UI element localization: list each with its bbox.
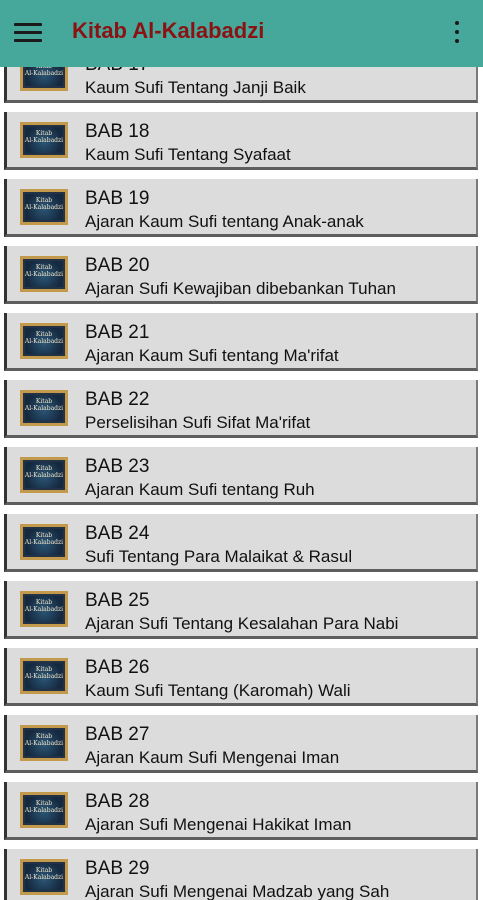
app-bar: Kitab Al-Kalabadzi — [0, 0, 483, 67]
chapter-number: BAB 26 — [85, 657, 150, 678]
chapter-number: BAB 18 — [85, 121, 150, 142]
book-cover-icon: KitabAl-Kalabadzi — [20, 792, 68, 828]
list-item[interactable]: Kitab Al-Kalabadzi BAB 20 Ajaran Sufi Kew… — [4, 246, 478, 304]
list-item[interactable]: Kitab Al-Kalabadzi BAB 27 Ajaran Kaum Suf… — [4, 715, 478, 773]
chapter-number: BAB 24 — [85, 523, 150, 544]
book-cover-icon: KitabAl-Kalabadzi — [20, 859, 68, 895]
cover-title: Kitab — [35, 532, 53, 539]
cover-title: Kitab — [35, 666, 53, 673]
book-cover-icon: KitabAl-Kalabadzi — [20, 524, 68, 560]
chapter-number: BAB 25 — [85, 590, 150, 611]
cover-title: Kitab — [35, 197, 53, 204]
cover-title: Kitab — [35, 599, 53, 606]
cover-title: Kitab — [35, 800, 53, 807]
chapter-title: Ajaran Sufi Kewajiban dibebankan Tuhan — [85, 279, 396, 298]
cover-subtitle: Al-Kalabadzi — [24, 338, 64, 345]
cover-subtitle: Al-Kalabadzi — [24, 70, 64, 77]
list-item[interactable]: Kitab Al-Kalabadzi BAB 28 Ajaran Sufi Men… — [4, 782, 478, 840]
cover-title: Kitab — [35, 264, 53, 271]
chapter-title: Kaum Sufi Tentang Janji Baik — [85, 78, 306, 97]
cover-subtitle: Al-Kalabadzi — [24, 472, 64, 479]
book-cover-icon: KitabAl-Kalabadzi — [20, 658, 68, 694]
cover-subtitle: Al-Kalabadzi — [24, 137, 64, 144]
menu-icon[interactable] — [14, 21, 44, 45]
chapter-number: BAB 27 — [85, 724, 150, 745]
list-item[interactable]: Kitab Al-Kalabadzi BAB 29 Ajaran Sufi Men… — [4, 849, 478, 900]
chapter-title: Ajaran Sufi Tentang Kesalahan Para Nabi — [85, 614, 399, 633]
cover-subtitle: Al-Kalabadzi — [24, 606, 64, 613]
book-cover-icon: KitabAl-Kalabadzi — [20, 457, 68, 493]
book-cover-icon: KitabAl-Kalabadzi — [20, 725, 68, 761]
cover-title: Kitab — [35, 398, 53, 405]
book-cover-icon: KitabAl-Kalabadzi — [20, 189, 68, 225]
cover-title: Kitab — [35, 465, 53, 472]
chapter-number: BAB 29 — [85, 858, 150, 879]
book-cover-icon: KitabAl-Kalabadzi — [20, 323, 68, 359]
cover-subtitle: Al-Kalabadzi — [24, 673, 64, 680]
chapter-title: Kaum Sufi Tentang (Karomah) Wali — [85, 681, 351, 700]
book-cover-icon: KitabAl-Kalabadzi — [20, 122, 68, 158]
chapter-number: BAB 23 — [85, 456, 150, 477]
chapter-title: Ajaran Kaum Sufi tentang Ma'rifat — [85, 346, 339, 365]
book-cover-icon: KitabAl-Kalabadzi — [20, 256, 68, 292]
cover-subtitle: Al-Kalabadzi — [24, 807, 64, 814]
list-item[interactable]: Kitab Al-Kalabadzi BAB 21 Ajaran Kaum Suf… — [4, 313, 478, 371]
list-item[interactable]: Kitab Al-Kalabadzi BAB 19 Ajaran Kaum Suf… — [4, 179, 478, 237]
chapter-number: BAB 19 — [85, 188, 150, 209]
chapter-number: BAB 22 — [85, 389, 150, 410]
chapter-title: Ajaran Kaum Sufi tentang Anak-anak — [85, 212, 364, 231]
chapter-title: Ajaran Sufi Mengenai Madzab yang Sah — [85, 882, 390, 900]
cover-subtitle: Al-Kalabadzi — [24, 539, 64, 546]
app-title: Kitab Al-Kalabadzi — [72, 18, 265, 43]
chapter-number: BAB 28 — [85, 791, 150, 812]
cover-subtitle: Al-Kalabadzi — [24, 874, 64, 881]
cover-subtitle: Al-Kalabadzi — [24, 405, 64, 412]
chapter-title: Ajaran Sufi Mengenai Hakikat Iman — [85, 815, 352, 834]
chapter-title: Kaum Sufi Tentang Syafaat — [85, 145, 291, 164]
cover-subtitle: Al-Kalabadzi — [24, 204, 64, 211]
list-item[interactable]: Kitab Al-Kalabadzi BAB 22 Perselisihan Su… — [4, 380, 478, 438]
cover-subtitle: Al-Kalabadzi — [24, 740, 64, 747]
chapter-title: Sufi Tentang Para Malaikat & Rasul — [85, 547, 353, 566]
cover-title: Kitab — [35, 733, 53, 740]
book-cover-icon: KitabAl-Kalabadzi — [20, 390, 68, 426]
cover-title: Kitab — [35, 331, 53, 338]
chapter-number: BAB 21 — [85, 322, 150, 343]
chapter-number: BAB 20 — [85, 255, 150, 276]
list-item[interactable]: Kitab Al-Kalabadzi BAB 18 Kaum Sufi Tenta… — [4, 112, 478, 170]
chapter-title: Ajaran Kaum Sufi tentang Ruh — [85, 480, 315, 499]
more-options-icon[interactable] — [449, 18, 465, 48]
list-item[interactable]: Kitab Al-Kalabadzi BAB 23 Ajaran Kaum Suf… — [4, 447, 478, 505]
list-item[interactable]: Kitab Al-Kalabadzi BAB 24 Sufi Tentang Pa… — [4, 514, 478, 572]
list-item[interactable]: Kitab Al-Kalabadzi BAB 26 Kaum Sufi Tenta… — [4, 648, 478, 706]
list-item[interactable]: Kitab Al-Kalabadzi BAB 25 Ajaran Sufi Ten… — [4, 581, 478, 639]
chapter-title: Perselisihan Sufi Sifat Ma'rifat — [85, 413, 311, 432]
chapter-list[interactable]: KitabAl-Kalabadzi BAB 17 Kaum Sufi Tenta… — [0, 0, 483, 900]
cover-title: Kitab — [35, 867, 53, 874]
cover-subtitle: Al-Kalabadzi — [24, 271, 64, 278]
chapter-title: Ajaran Kaum Sufi Mengenai Iman — [85, 748, 340, 767]
cover-title: Kitab — [35, 130, 53, 137]
book-cover-icon: KitabAl-Kalabadzi — [20, 591, 68, 627]
